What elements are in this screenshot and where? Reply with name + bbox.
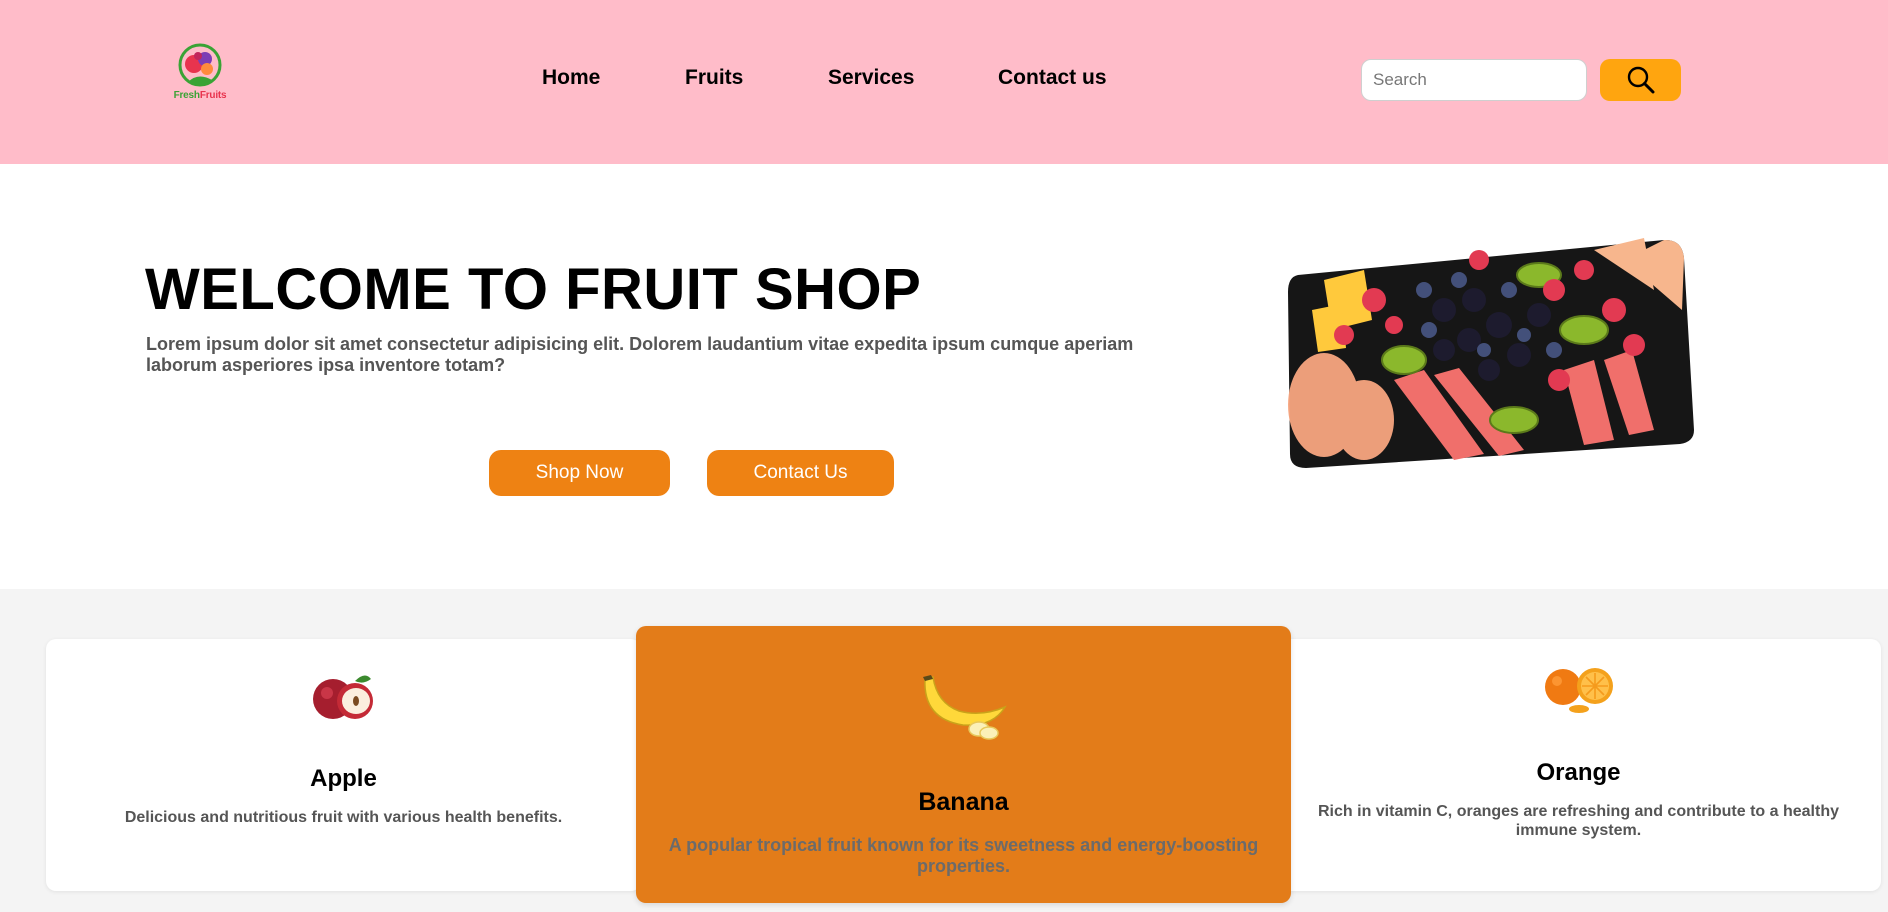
card-description: A popular tropical fruit known for its s…: [668, 835, 1259, 876]
hero-title: WELCOME TO FRUIT SHOP: [145, 257, 922, 322]
apple-icon: [312, 675, 373, 719]
search-icon: [1627, 66, 1654, 94]
fruit-card-apple[interactable]: Apple Delicious and nutritious fruit wit…: [46, 639, 641, 891]
card-title: Orange: [1536, 759, 1621, 786]
search-input[interactable]: [1361, 59, 1587, 101]
card-title: Apple: [310, 765, 377, 792]
fruit-platter-image: [1288, 238, 1694, 468]
orange-icon: [1544, 668, 1613, 713]
card-description: Rich in vitamin C, oranges are refreshin…: [1318, 803, 1839, 839]
nav-services-link[interactable]: Services: [828, 66, 914, 90]
site-header: FreshFruits Home Fruits Services Contact…: [0, 0, 1888, 164]
hero-section: WELCOME TO FRUIT SHOP Lorem ipsum dolor …: [0, 164, 1888, 589]
card-description: Delicious and nutritious fruit with vari…: [124, 809, 563, 826]
banana-icon: [922, 675, 1007, 740]
contact-us-button[interactable]: Contact Us: [707, 450, 894, 496]
hero-description: Lorem ipsum dolor sit amet consectetur a…: [146, 334, 1134, 375]
fruit-card-orange[interactable]: Orange Rich in vitamin C, oranges are re…: [1276, 639, 1881, 891]
search-button[interactable]: [1600, 59, 1681, 101]
fruit-card-banana[interactable]: Banana A popular tropical fruit known fo…: [636, 626, 1291, 903]
card-title: Banana: [918, 788, 1009, 816]
fruit-cards-section: Apple Delicious and nutritious fruit wit…: [0, 589, 1888, 912]
shop-now-button[interactable]: Shop Now: [489, 450, 670, 496]
nav-fruits-link[interactable]: Fruits: [685, 66, 743, 90]
nav-contact-link[interactable]: Contact us: [998, 66, 1107, 90]
nav-home-link[interactable]: Home: [542, 66, 600, 90]
